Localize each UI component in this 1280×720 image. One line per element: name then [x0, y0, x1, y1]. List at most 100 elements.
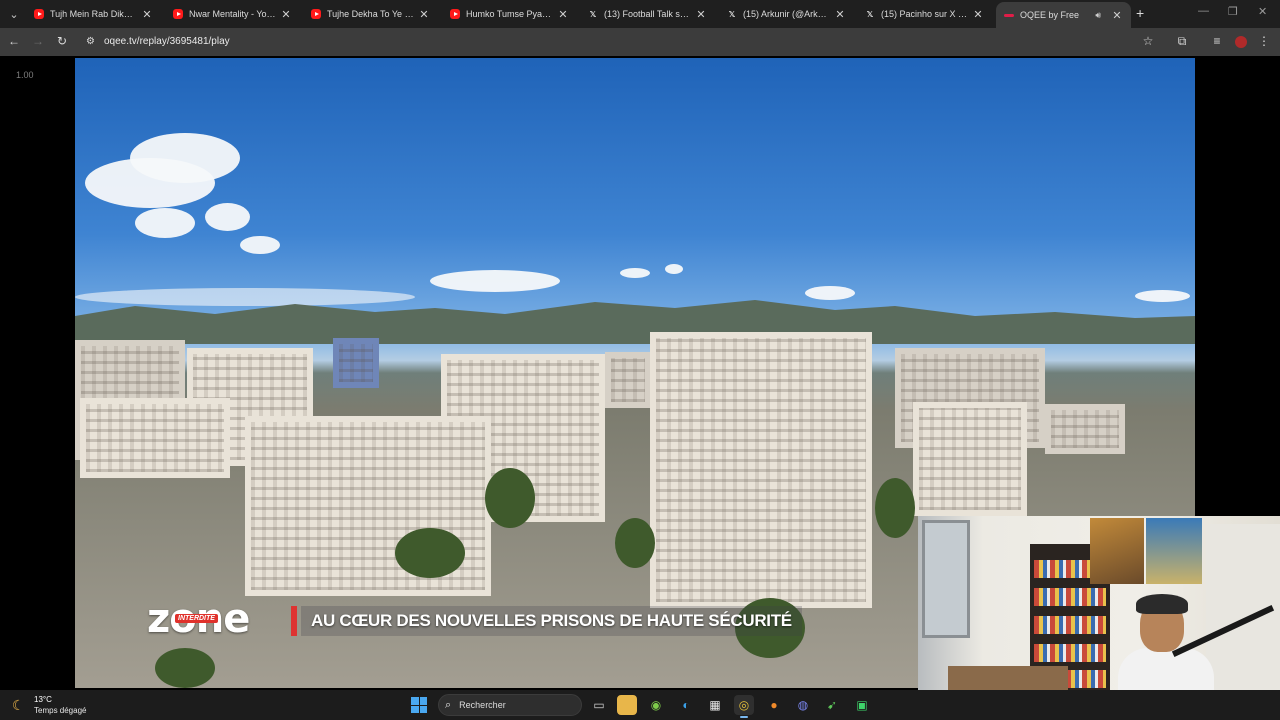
logo-badge: INTERDITE: [175, 614, 218, 623]
address-bar[interactable]: oqee.tv/replay/3695481/play: [104, 36, 230, 47]
file-explorer-icon[interactable]: [617, 695, 637, 715]
restore-button[interactable]: ❐: [1228, 5, 1238, 18]
reload-icon: ↻: [56, 34, 68, 48]
x-icon: 𝕏: [728, 9, 736, 19]
tab-arkunir[interactable]: 𝕏 (15) Arkunir (@Arkunir) / ✕: [719, 2, 854, 26]
zone-interdite-logo: zone INTERDITE: [147, 596, 250, 642]
close-icon[interactable]: ✕: [695, 8, 707, 21]
forward-button[interactable]: →: [30, 34, 46, 48]
mountain-range: [75, 300, 1195, 344]
youtube-icon: [311, 9, 321, 19]
xbox-icon[interactable]: ◉: [646, 695, 666, 715]
cloud: [130, 133, 240, 183]
tab-oqee[interactable]: OQEE by Free 🔊︎ ✕: [996, 2, 1131, 28]
task-view-icon[interactable]: ▭: [589, 695, 609, 715]
tree: [395, 528, 465, 578]
store-icon[interactable]: ▦: [705, 695, 725, 715]
menu-icon[interactable]: ⋮: [1256, 34, 1272, 48]
x-icon: 𝕏: [589, 9, 597, 19]
close-icon[interactable]: ✕: [141, 8, 153, 21]
close-icon[interactable]: ✕: [972, 8, 984, 21]
firefox-icon[interactable]: ●: [764, 695, 784, 715]
arrow-right-icon: →: [32, 34, 44, 48]
tab-nwar-mentality[interactable]: Nwar Mentality - YouTube ✕: [165, 2, 300, 26]
speaker-icon[interactable]: 🔊︎: [1095, 10, 1101, 21]
arrow-left-icon: ←: [8, 34, 20, 48]
reload-button[interactable]: ↻: [54, 34, 70, 48]
tab-tujhe-dekha[interactable]: Tujhe Dekha To Ye Jana sa ✕: [303, 2, 438, 26]
cloud: [135, 208, 195, 238]
building: [605, 352, 651, 408]
oqee-icon: [1004, 13, 1014, 17]
tree: [615, 518, 655, 568]
tab-pacinho[interactable]: 𝕏 (15) Pacinho sur X : "Y'a 1 ✕: [857, 2, 992, 26]
tab-title: Humko Tumse Pyar Hai (: [466, 9, 553, 19]
close-icon[interactable]: ✕: [1111, 9, 1123, 22]
tab-search-dropdown[interactable]: ⌄: [4, 4, 24, 24]
close-window-button[interactable]: ✕: [1258, 5, 1267, 18]
close-icon[interactable]: ✕: [418, 8, 430, 21]
search-icon: ⌕: [445, 698, 452, 711]
tab-title: OQEE by Free: [1020, 10, 1080, 20]
app-icon[interactable]: ➹: [822, 695, 842, 715]
playback-speed-label: 1.00: [16, 70, 34, 80]
tree: [155, 648, 215, 688]
building: [650, 332, 872, 608]
start-button[interactable]: [411, 697, 427, 713]
tab-football-talk[interactable]: 𝕏 (13) Football Talk sur X : " ✕: [580, 2, 715, 26]
minimize-button[interactable]: —: [1198, 5, 1209, 17]
bookmark-star-icon[interactable]: ☆: [1140, 34, 1156, 48]
tree: [485, 468, 535, 528]
chevron-down-icon: ⌄: [9, 8, 19, 21]
tab-strip: ⌄ Tujh Mein Rab Dikhta Hai ✕ Nwar Mental…: [0, 0, 1280, 28]
tab-title: Tujhe Dekha To Ye Jana sa: [327, 9, 414, 19]
extensions-icon[interactable]: ⧉: [1174, 34, 1190, 49]
cloud: [240, 236, 280, 254]
browser-toolbar: ← → ↻ ⚙ oqee.tv/replay/3695481/play ☆ ⧉ …: [0, 28, 1280, 56]
building: [913, 402, 1027, 516]
tab-title: Tujh Mein Rab Dikhta Hai: [50, 9, 137, 19]
media-controls-icon[interactable]: ≡: [1209, 34, 1225, 48]
caption-accent-bar: [291, 606, 297, 636]
discord-icon[interactable]: ◍: [793, 695, 813, 715]
tab-title: (15) Pacinho sur X : "Y'a 1: [881, 9, 968, 19]
cloud: [205, 203, 250, 231]
chrome-icon[interactable]: ◎: [734, 695, 754, 718]
site-info-icon[interactable]: ⚙: [86, 36, 98, 48]
tab-humko-tumse[interactable]: Humko Tumse Pyar Hai ( ✕: [442, 2, 577, 26]
cloud: [430, 270, 560, 292]
profile-avatar-icon[interactable]: [1235, 36, 1247, 48]
youtube-icon: [34, 9, 44, 19]
moon-weather-icon[interactable]: ☾: [12, 697, 25, 714]
tree: [875, 478, 915, 538]
building: [80, 398, 230, 478]
episode-caption: AU CŒUR DES NOUVELLES PRISONS DE HAUTE S…: [301, 606, 802, 636]
desk: [948, 666, 1068, 690]
close-icon[interactable]: ✕: [557, 8, 569, 21]
edge-icon[interactable]: ◐: [676, 695, 696, 715]
x-icon: 𝕏: [866, 9, 874, 19]
new-tab-button[interactable]: +: [1136, 5, 1144, 21]
tab-tujh-mein-rab[interactable]: Tujh Mein Rab Dikhta Hai ✕: [26, 2, 161, 26]
building: [1045, 404, 1125, 454]
tab-title: Nwar Mentality - YouTube: [189, 9, 276, 19]
building: [333, 338, 379, 388]
tab-title: (15) Arkunir (@Arkunir) /: [743, 9, 830, 19]
weather-description[interactable]: Temps dégagé: [34, 706, 86, 715]
youtube-icon: [173, 9, 183, 19]
cloud: [665, 264, 683, 274]
poster: [1146, 518, 1202, 584]
tab-title: (13) Football Talk sur X : ": [604, 9, 691, 19]
weather-temperature[interactable]: 13°C: [34, 695, 52, 704]
webcam-overlay: [918, 516, 1280, 690]
windows-taskbar: ☾ 13°C Temps dégagé ⌕ Rechercher ▭ ◉ ◐ ▦…: [0, 690, 1280, 720]
poster: [1090, 518, 1144, 584]
back-button[interactable]: ←: [6, 34, 22, 48]
search-placeholder: Rechercher: [459, 700, 506, 710]
whatsapp-icon[interactable]: ▣: [852, 695, 872, 715]
page-content: 1.00 zone: [0, 56, 1280, 690]
close-icon[interactable]: ✕: [280, 8, 292, 21]
youtube-icon: [450, 9, 460, 19]
taskbar-search[interactable]: ⌕ Rechercher: [438, 694, 582, 716]
close-icon[interactable]: ✕: [834, 8, 846, 21]
